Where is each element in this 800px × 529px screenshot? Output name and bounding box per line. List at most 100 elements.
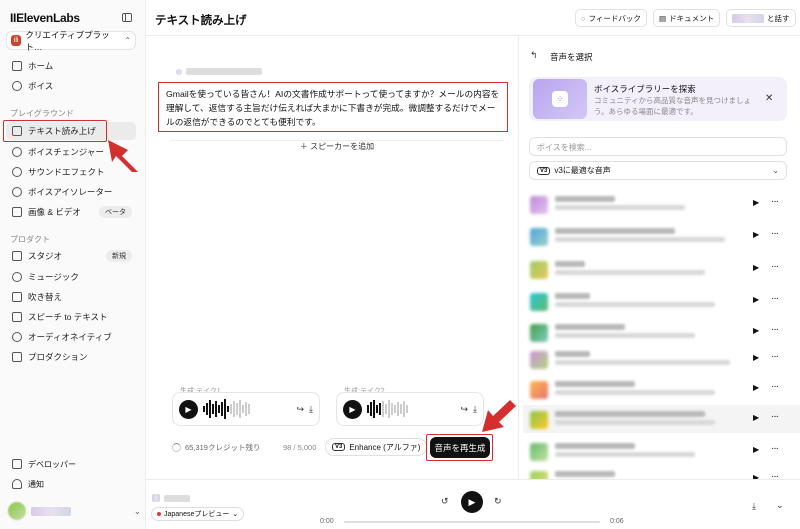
- voice-row-selected[interactable]: ▶ ···: [523, 405, 800, 433]
- nav-label: デベロッパー: [28, 459, 76, 469]
- nav-label: ミュージック: [28, 272, 79, 282]
- download-icon[interactable]: ⤓: [309, 404, 313, 415]
- play-icon[interactable]: ▶: [753, 445, 759, 454]
- play-icon[interactable]: ▶: [753, 413, 759, 422]
- nav-speech-to-text[interactable]: スピーチ to テキスト: [6, 308, 136, 326]
- voice-library-thumb: ⁘: [533, 79, 587, 119]
- highlight-box-regenerate: [426, 434, 493, 461]
- more-icon[interactable]: ···: [771, 196, 779, 207]
- play-icon[interactable]: ▶: [343, 399, 362, 419]
- play-icon[interactable]: ▶: [753, 353, 759, 362]
- new-badge: 新規: [106, 250, 132, 262]
- voice-search-input[interactable]: ボイスを検索...: [529, 137, 787, 156]
- close-icon[interactable]: ✕: [765, 93, 773, 104]
- voice-row[interactable]: ▶ ···: [523, 465, 800, 479]
- download-icon[interactable]: ⤓: [473, 404, 477, 415]
- download-icon[interactable]: ⤓: [752, 501, 756, 512]
- play-icon[interactable]: ▶: [753, 295, 759, 304]
- highlight-box-tts: [3, 120, 107, 142]
- share-icon[interactable]: ↪: [296, 404, 304, 415]
- more-icon[interactable]: ···: [771, 471, 779, 479]
- talk-label: と話す: [767, 13, 790, 23]
- nav-developers[interactable]: デベロッパー: [6, 456, 136, 472]
- workspace-selector[interactable]: ili クリエイティブプラット… ⌃: [6, 30, 136, 52]
- play-icon[interactable]: ▶: [753, 326, 759, 335]
- nav-label: 画像 & ビデオ: [28, 207, 81, 217]
- talk-button[interactable]: と話す: [726, 9, 796, 27]
- add-speaker-button[interactable]: ＋ スピーカーを追加: [170, 140, 504, 152]
- rewind-10-icon[interactable]: ↺: [441, 496, 449, 507]
- sidebar-collapse-icon[interactable]: [122, 13, 132, 22]
- home-icon: [12, 61, 22, 71]
- play-icon[interactable]: ▶: [753, 383, 759, 392]
- more-icon[interactable]: ···: [771, 228, 779, 239]
- play-icon[interactable]: ▶: [753, 198, 759, 207]
- voices-icon: [12, 81, 22, 91]
- player-play-button[interactable]: ▶: [461, 491, 483, 513]
- feedback-button[interactable]: ◌ フィードバック: [575, 9, 647, 27]
- nav-home[interactable]: ホーム: [6, 57, 136, 75]
- voice-row[interactable]: ▶ ···: [523, 345, 800, 373]
- production-icon: [12, 352, 22, 362]
- nav-label: ボイスチェンジャー: [28, 147, 104, 157]
- avatar: [8, 502, 26, 520]
- voice-row[interactable]: ▶ ···: [523, 318, 800, 346]
- chevron-down-icon[interactable]: ⌄: [776, 500, 784, 511]
- add-speaker-label: スピーカーを追加: [310, 142, 375, 151]
- voice-row[interactable]: ▶ ···: [523, 190, 800, 218]
- enhance-button[interactable]: V3 Enhance (アルファ): [325, 438, 428, 456]
- voice-filter-select[interactable]: V3 v3に最適な音声 ⌄: [529, 161, 787, 180]
- more-icon[interactable]: ···: [771, 381, 779, 392]
- play-icon[interactable]: ▶: [179, 399, 198, 419]
- nav-studio[interactable]: スタジオ 新規: [6, 247, 136, 265]
- char-count: 98 / 5,000: [283, 443, 317, 452]
- nav-production[interactable]: プロダクション: [6, 348, 136, 366]
- docs-button[interactable]: ▤ ドキュメント: [653, 9, 721, 27]
- voice-row[interactable]: ▶ ···: [523, 437, 800, 465]
- nav-notifications[interactable]: 通知: [6, 476, 136, 492]
- chevron-down-icon: ⌄: [772, 166, 779, 175]
- more-icon[interactable]: ···: [771, 411, 779, 422]
- progress-bar[interactable]: [344, 521, 600, 523]
- section-product: プロダクト: [10, 235, 50, 244]
- nav-dubbing[interactable]: 吹き替え: [6, 288, 136, 306]
- more-icon[interactable]: ···: [771, 443, 779, 454]
- language-select[interactable]: Japaneseプレビュー ⌄: [151, 507, 245, 521]
- nav-voices[interactable]: ボイス: [6, 77, 136, 95]
- grid-icon: ⁘: [552, 91, 568, 107]
- chevron-down-icon: ⌄: [134, 506, 141, 516]
- voice-row[interactable]: ▶ ···: [523, 375, 800, 403]
- nav-label: プロダクション: [28, 352, 88, 362]
- studio-icon: [12, 251, 22, 261]
- voice-row[interactable]: ▶ ···: [523, 222, 800, 250]
- page-title: テキスト読み上げ: [155, 15, 247, 27]
- text-input[interactable]: Gmailを使っている皆さん！AIの文書作成サポートって使ってますか？メールの内…: [158, 82, 508, 132]
- dubbing-icon: [12, 292, 22, 302]
- nav-music[interactable]: ミュージック: [6, 268, 136, 286]
- forward-10-icon[interactable]: ↻: [494, 496, 502, 507]
- nav-image-video[interactable]: 画像 & ビデオ ベータ: [6, 203, 136, 221]
- nav-voice-isolator[interactable]: ボイスアイソレーター: [6, 183, 136, 201]
- player-voice: [152, 494, 190, 502]
- back-arrow-icon[interactable]: ↰: [530, 50, 538, 61]
- nav-label: スタジオ: [28, 251, 63, 261]
- chevron-down-icon: ⌄: [232, 511, 239, 518]
- sound-effects-icon: [12, 167, 22, 177]
- nav-audio-native[interactable]: オーディオネイティブ: [6, 328, 136, 346]
- image-icon: [12, 207, 22, 217]
- user-name-redacted: [31, 506, 71, 516]
- user-menu[interactable]: ⌄: [8, 502, 141, 520]
- play-icon[interactable]: ▶: [753, 230, 759, 239]
- more-icon[interactable]: ···: [771, 293, 779, 304]
- speaker-label[interactable]: [176, 68, 262, 75]
- feedback-label: フィードバック: [588, 13, 641, 23]
- more-icon[interactable]: ···: [771, 351, 779, 362]
- play-icon[interactable]: ▶: [753, 263, 759, 272]
- voice-row[interactable]: ▶ ···: [523, 255, 800, 283]
- sidebar: IIElevenLabs ili クリエイティブプラット… ⌃ ホーム ボイス …: [0, 0, 146, 529]
- share-icon[interactable]: ↪: [460, 404, 468, 415]
- v3-badge: V3: [332, 443, 346, 451]
- more-icon[interactable]: ···: [771, 324, 779, 335]
- more-icon[interactable]: ···: [771, 261, 779, 272]
- voice-row[interactable]: ▶ ···: [523, 287, 800, 315]
